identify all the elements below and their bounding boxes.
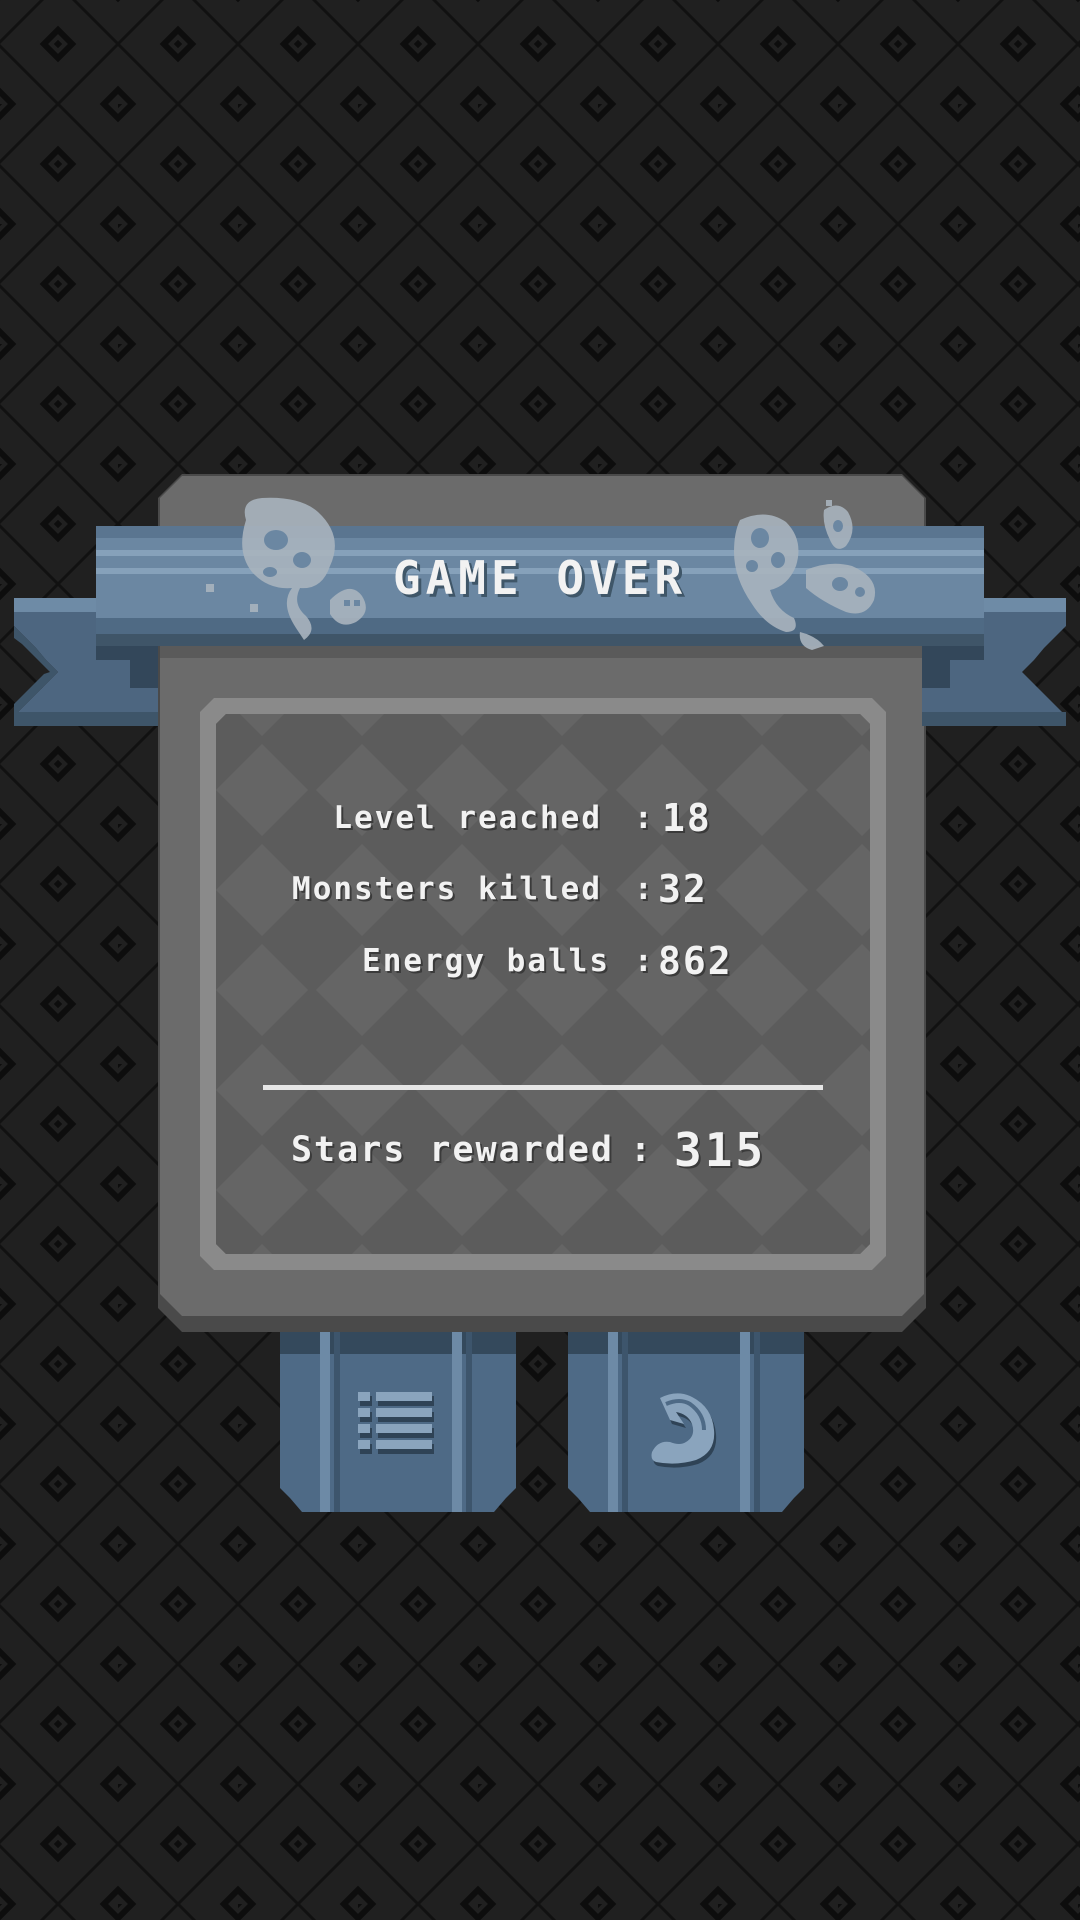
button-stripe [320,1332,330,1512]
panel-band [160,644,924,658]
stat-value: 32 [658,867,708,911]
button-stripe [754,1332,760,1512]
button-stripe [334,1332,340,1512]
reward-label: Stars rewarded [290,1130,614,1170]
stat-colon: : [634,800,653,836]
stat-monsters-killed: Monsters killed : 32 [220,864,706,914]
button-shade [280,1332,516,1354]
stat-value: 18 [662,796,712,840]
stat-label: Monsters killed [292,871,602,907]
curved-arrow-next-icon [651,1393,717,1468]
reward-value: 315 [674,1123,767,1177]
reward-colon: : [630,1130,652,1170]
stat-energy-balls: Energy balls : 862 [220,936,731,986]
game-over-title: GAME OVER [392,551,688,605]
button-stripe [622,1332,628,1512]
list-menu-icon [358,1392,434,1454]
next-button[interactable] [568,1332,804,1512]
stats-divider [263,1085,823,1090]
stat-value: 862 [658,939,733,983]
game-over-screen: GAME OVER Level reached : 18 Monsters ki… [0,0,1080,1920]
stat-colon: : [634,871,653,907]
stat-label: Energy balls [362,943,610,979]
button-stripe [466,1332,472,1512]
button-stripe [608,1332,618,1512]
stat-stars-rewarded: Stars rewarded : 315 [220,1120,763,1180]
button-stripe [452,1332,462,1512]
stat-colon: : [634,943,653,979]
stat-label: Level reached [333,800,602,836]
button-stripe [740,1332,750,1512]
menu-button[interactable] [280,1332,516,1512]
stat-level-reached: Level reached : 18 [220,793,709,843]
button-shade [568,1332,804,1354]
